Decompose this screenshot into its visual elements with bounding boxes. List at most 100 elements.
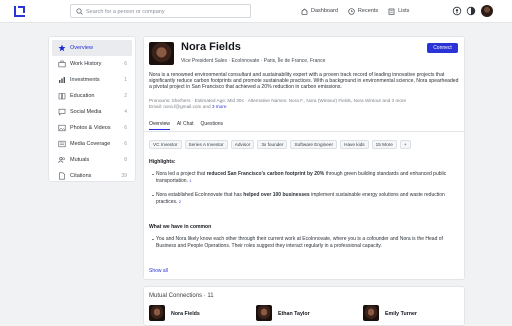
- mutuals-title: Mutual Connections · 11: [149, 293, 214, 299]
- sidebar-item-social-media[interactable]: Social Media 4: [52, 104, 132, 120]
- highlights-heading: Highlights:: [149, 159, 176, 165]
- tab-overview[interactable]: Overview: [149, 121, 170, 130]
- avatar: [363, 305, 379, 321]
- theme-toggle-icon[interactable]: [466, 6, 476, 16]
- citation-ref[interactable]: 1: [189, 178, 191, 183]
- show-all-link[interactable]: Show all: [149, 268, 168, 274]
- sidebar-item-mutuals[interactable]: Mutuals 8: [52, 152, 132, 168]
- sidebar-item-label: Media Coverage: [70, 141, 111, 147]
- sidebar-item-photos-videos[interactable]: Photos & Videos 6: [52, 120, 132, 136]
- tab-questions[interactable]: Questions: [201, 121, 224, 130]
- clock-icon: [348, 7, 355, 15]
- sidebar-item-label: Photos & Videos: [70, 125, 111, 131]
- highlight-item: Nora led a project that reduced San Fran…: [152, 171, 458, 184]
- search-input[interactable]: [86, 7, 246, 16]
- sidebar-item-work-history[interactable]: Work History 6: [52, 56, 132, 72]
- home-icon: [301, 8, 308, 15]
- highlight-text: Nora established EcoInnovate that has: [156, 192, 244, 198]
- sidebar: Overview Work History 6 Investments 1 Ed…: [48, 36, 136, 182]
- user-avatar[interactable]: [481, 5, 493, 17]
- mutual-connections-card: Mutual Connections · 11 Nora Fields Etha…: [143, 286, 465, 326]
- sidebar-item-label: Work History: [70, 61, 102, 67]
- newspaper-icon: [57, 140, 66, 149]
- connect-button[interactable]: Connect: [427, 43, 458, 53]
- tag[interactable]: Software Engineer: [290, 140, 338, 149]
- profile-bio: Nora is a renowned environmental consult…: [149, 72, 459, 91]
- tag[interactable]: Series A Investor: [184, 140, 228, 149]
- profile-meta-email: Email: nora.f@gmail.com and 3 more: [149, 104, 461, 110]
- book-icon: [57, 92, 66, 101]
- profile-subtitle: Vice President Sales · EcoInnovate · Par…: [181, 58, 326, 64]
- sidebar-item-count: 6: [124, 125, 127, 131]
- more-tags-button[interactable]: 15 More: [371, 140, 397, 149]
- tag[interactable]: 3x founder: [257, 140, 288, 149]
- sidebar-item-label: Social Media: [70, 109, 102, 115]
- nav-recents-label: Recents: [357, 8, 379, 14]
- sidebar-item-education[interactable]: Education 2: [52, 88, 132, 104]
- chat-icon: [57, 108, 66, 117]
- mutual-person[interactable]: Emily Turner: [363, 305, 417, 321]
- sidebar-item-count: 1: [124, 77, 127, 83]
- tab-ai-chat[interactable]: AI Chat: [177, 121, 194, 130]
- mutual-name: Emily Turner: [385, 311, 417, 317]
- tag[interactable]: Advisor: [230, 140, 255, 149]
- profile-tabs: Overview AI Chat Questions: [149, 121, 230, 130]
- search-box[interactable]: [70, 4, 251, 18]
- sidebar-item-count: 8: [124, 157, 127, 163]
- sidebar-item-label: Citations: [70, 173, 92, 179]
- avatar: [149, 305, 165, 321]
- profile-meta: Pronouns: She/hers · Estimated Age: Mid …: [149, 98, 461, 110]
- sidebar-item-label: Overview: [70, 45, 93, 51]
- tag[interactable]: Have kids: [340, 140, 369, 149]
- sidebar-item-label: Education: [70, 93, 95, 99]
- star-icon: [57, 44, 66, 53]
- profile-card: Nora Fields Vice President Sales · EcoIn…: [143, 36, 465, 280]
- sidebar-item-citations[interactable]: Citations 39: [52, 168, 132, 184]
- sidebar-item-count: 4: [124, 109, 127, 115]
- top-bar: Dashboard Recents Lists: [0, 0, 512, 23]
- sidebar-item-investments[interactable]: Investments 1: [52, 72, 132, 88]
- profile-email-text: Email: nora.f@gmail.com and: [149, 104, 212, 110]
- briefcase-icon: [57, 60, 66, 69]
- document-icon: [57, 172, 66, 181]
- search-icon: [76, 8, 83, 15]
- sidebar-item-count: 6: [124, 141, 127, 147]
- highlight-item: Nora established EcoInnovate that has he…: [152, 192, 458, 205]
- profile-name: Nora Fields: [181, 41, 241, 53]
- help-icon[interactable]: [452, 6, 462, 16]
- profile-photo: [149, 42, 174, 65]
- highlight-text: Nora led a project that: [156, 171, 207, 177]
- people-icon: [57, 156, 66, 165]
- sidebar-item-label: Investments: [70, 77, 100, 83]
- add-tag-button[interactable]: +: [399, 140, 411, 149]
- common-item: You and Nora likely know each other thro…: [152, 236, 458, 249]
- citation-ref[interactable]: 2: [179, 199, 181, 204]
- avatar: [256, 305, 272, 321]
- nav-lists[interactable]: Lists: [388, 8, 409, 15]
- nav-recents[interactable]: Recents: [348, 7, 379, 15]
- sidebar-item-media-coverage[interactable]: Media Coverage 6: [52, 136, 132, 152]
- sidebar-item-label: Mutuals: [70, 157, 90, 163]
- nav-links: Dashboard Recents Lists: [301, 5, 419, 17]
- sidebar-item-overview[interactable]: Overview: [52, 40, 132, 56]
- image-icon: [57, 124, 66, 133]
- chart-icon: [57, 76, 66, 85]
- mutual-name: Nora Fields: [171, 311, 200, 317]
- nav-dashboard-label: Dashboard: [311, 8, 338, 14]
- mutual-person[interactable]: Ethan Taylor: [256, 305, 310, 321]
- more-link[interactable]: 3 more: [212, 104, 227, 109]
- highlight-bold: helped over 100 businesses: [243, 192, 310, 198]
- logo-icon[interactable]: [14, 6, 25, 17]
- nav-dashboard[interactable]: Dashboard: [301, 8, 338, 15]
- mutual-name: Ethan Taylor: [278, 311, 310, 317]
- mutuals-title-text: Mutual Connections: [149, 293, 203, 299]
- tag-list: VC Investor Series A Investor Advisor 3x…: [149, 140, 414, 149]
- sidebar-item-count: 6: [124, 61, 127, 67]
- sidebar-item-count: 39: [121, 173, 127, 179]
- nav-lists-label: Lists: [398, 8, 410, 14]
- mutual-person[interactable]: Nora Fields: [149, 305, 200, 321]
- list-icon: [388, 8, 395, 15]
- sidebar-item-count: 2: [124, 93, 127, 99]
- tag[interactable]: VC Investor: [149, 140, 182, 149]
- common-heading: What we have in common: [149, 224, 212, 230]
